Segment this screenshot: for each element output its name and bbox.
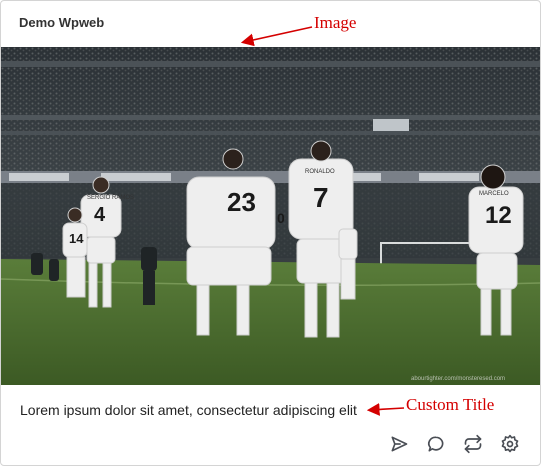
send-icon[interactable] [389,434,409,454]
card-title: Demo Wpweb [19,15,105,30]
svg-text:23: 23 [227,187,256,217]
settings-icon[interactable] [500,434,520,454]
svg-text:4: 4 [94,204,106,226]
image-annotation-label: Image [314,13,357,32]
title-annotation-label: Custom Title [406,395,495,414]
svg-text:14: 14 [69,231,84,246]
svg-text:SERGIO RAMOS: SERGIO RAMOS [87,195,134,201]
svg-text:RONALDO: RONALDO [305,169,335,175]
post-caption: Lorem ipsum dolor sit amet, consectetur … [20,402,357,418]
svg-text:0: 0 [277,210,285,226]
svg-text:12: 12 [485,202,512,229]
repost-icon[interactable] [463,434,483,454]
action-bar [389,434,520,454]
svg-text:abourtighter.com/monsteresed.c: abourtighter.com/monsteresed.com [411,376,505,382]
svg-text:7: 7 [313,182,329,213]
svg-text:MARCELO: MARCELO [479,191,509,197]
post-image[interactable]: 4 23 7 12 14 0 SERGIO RAMOS RONALDO MARC… [1,47,541,385]
comment-icon[interactable] [426,434,446,454]
